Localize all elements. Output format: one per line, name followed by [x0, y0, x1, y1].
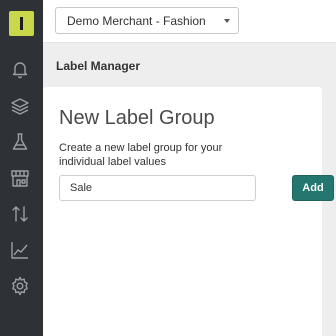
layers-icon[interactable]	[8, 94, 32, 118]
chart-icon[interactable]	[8, 238, 32, 262]
merchant-select[interactable]: Demo Merchant - Fashion	[55, 7, 239, 34]
sidebar	[0, 0, 43, 336]
gear-icon[interactable]	[8, 274, 32, 298]
card-description: Create a new label group for your indivi…	[59, 142, 223, 168]
label-group-name-input[interactable]	[59, 175, 256, 201]
bell-icon[interactable]	[8, 57, 32, 81]
card-title: New Label Group	[59, 107, 215, 129]
storefront-icon[interactable]	[8, 166, 32, 190]
add-button[interactable]: Add	[292, 175, 334, 201]
new-label-group-card: New Label Group Create a new label group…	[43, 87, 334, 336]
chevron-down-icon	[224, 19, 230, 23]
app-logo[interactable]	[9, 11, 34, 36]
top-bar: Demo Merchant - Fashion	[43, 0, 336, 43]
flask-icon[interactable]	[8, 130, 32, 154]
page-title: Label Manager	[56, 59, 141, 73]
logo-mark	[20, 17, 23, 30]
sort-arrows-icon[interactable]	[8, 202, 32, 226]
merchant-select-value: Demo Merchant - Fashion	[67, 14, 206, 28]
